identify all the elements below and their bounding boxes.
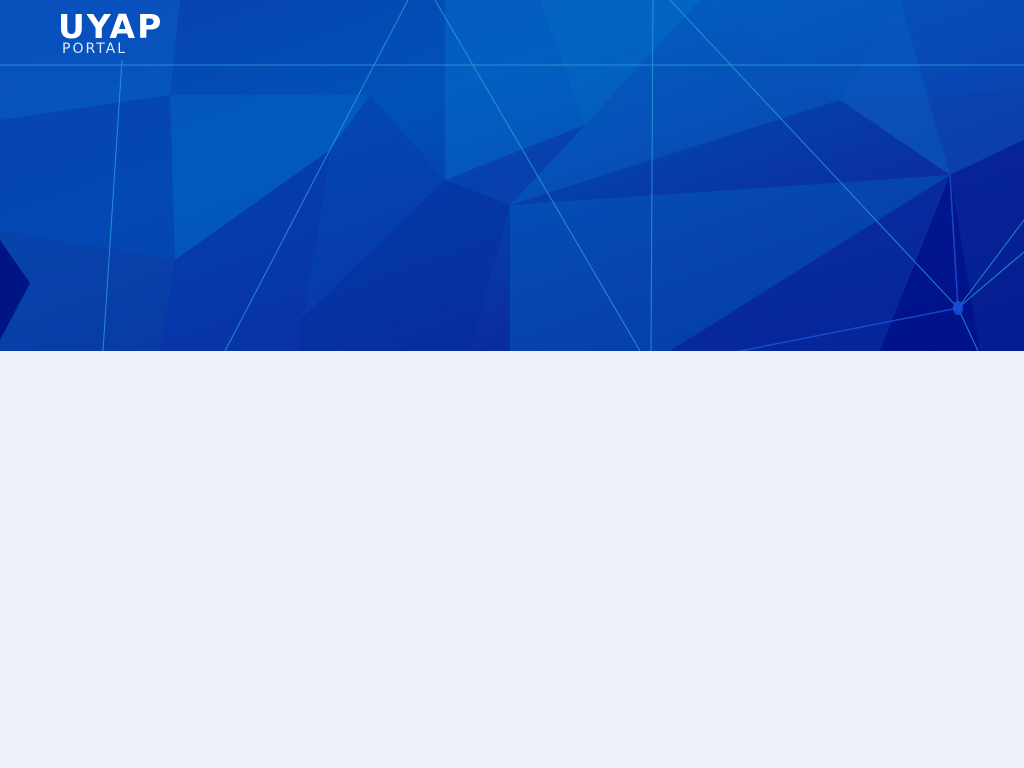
page: UYAP PORTAL xyxy=(0,0,1024,768)
logo-subtitle: PORTAL xyxy=(62,41,128,57)
logo-title: UYAP xyxy=(58,7,164,46)
hero-banner: UYAP PORTAL xyxy=(0,0,1024,351)
main-content-area xyxy=(0,351,1024,768)
uyap-portal-logo[interactable]: UYAP PORTAL xyxy=(58,10,178,60)
